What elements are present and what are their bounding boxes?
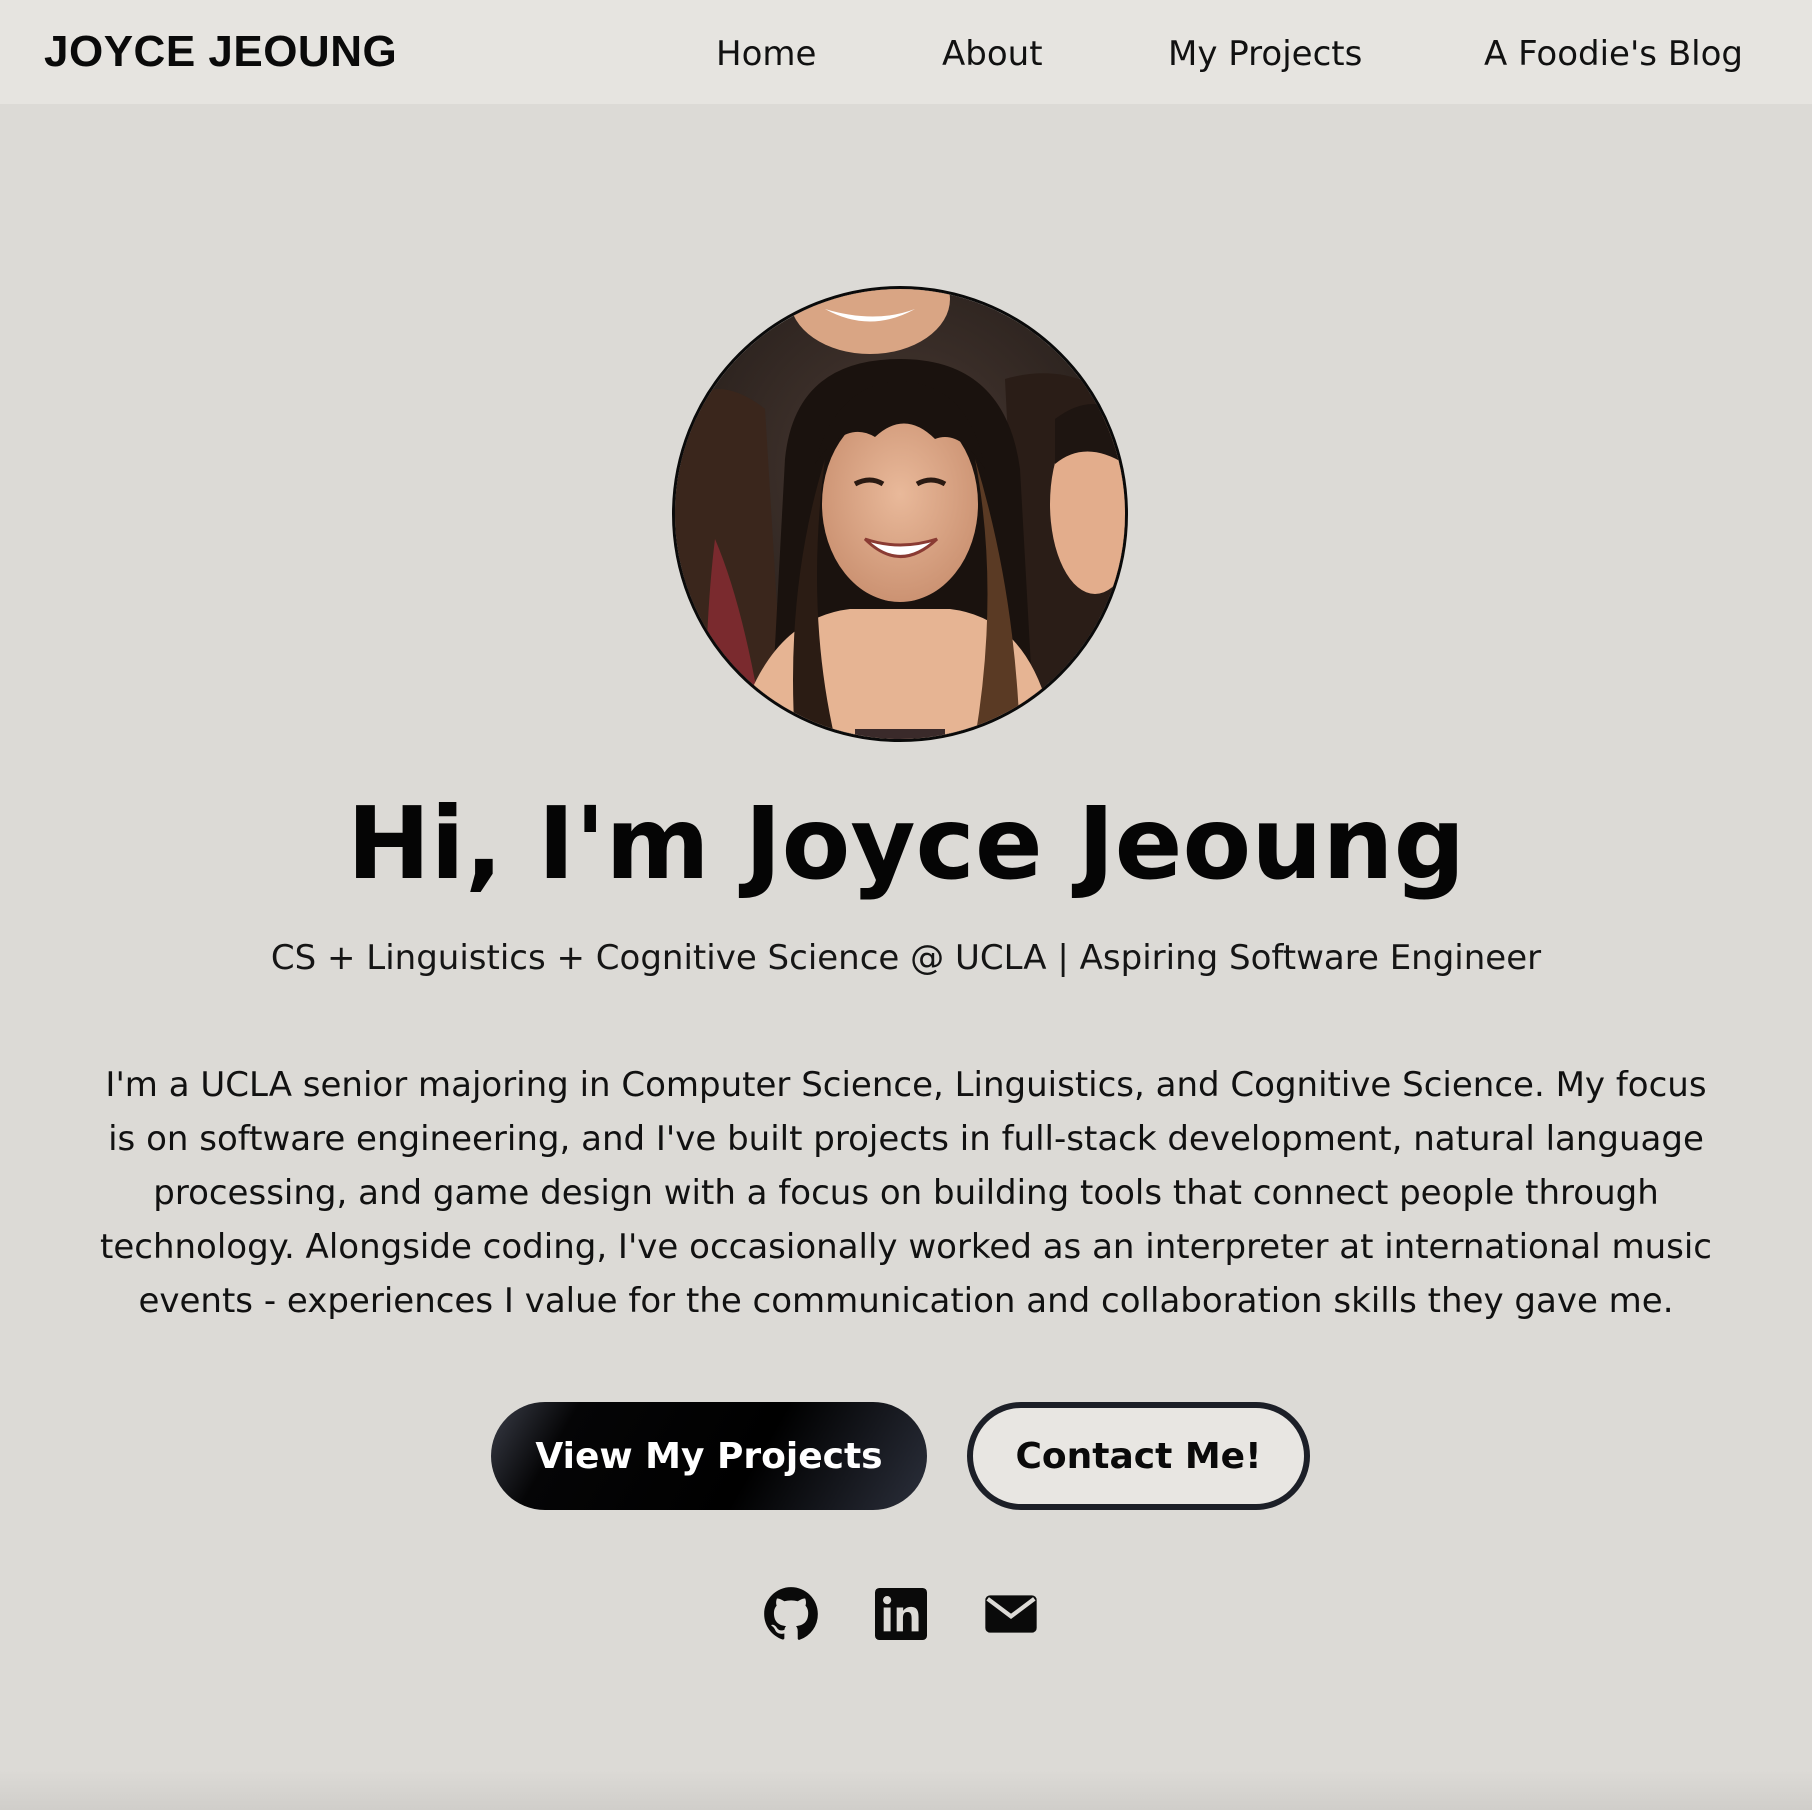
profile-photo [675,289,1125,739]
bottom-shadow [0,1770,1812,1810]
site-brand[interactable]: JOYCE JEOUNG [44,26,397,78]
view-projects-button[interactable]: View My Projects [491,1402,927,1510]
nav-link-about[interactable]: About [942,32,1043,76]
email-link[interactable] [983,1586,1039,1642]
hero-headline: Hi, I'm Joyce Jeoung [346,785,1466,902]
github-link[interactable] [763,1586,819,1642]
hero-subtitle: CS + Linguistics + Cognitive Science @ U… [270,938,1542,978]
contact-me-button[interactable]: Contact Me! [967,1402,1310,1510]
nav-link-my-projects[interactable]: My Projects [1168,32,1362,76]
github-icon [764,1587,818,1640]
linkedin-link[interactable] [873,1586,929,1642]
top-navbar: JOYCE JEOUNG Home About My Projects A Fo… [0,0,1812,104]
mail-icon [985,1595,1037,1633]
hero-bio: I'm a UCLA senior majoring in Computer S… [100,1065,1712,1321]
profile-avatar [672,286,1128,742]
nav-link-home[interactable]: Home [716,32,816,76]
nav-link-foodie-blog[interactable]: A Foodie's Blog [1484,32,1743,76]
linkedin-icon [875,1588,927,1640]
